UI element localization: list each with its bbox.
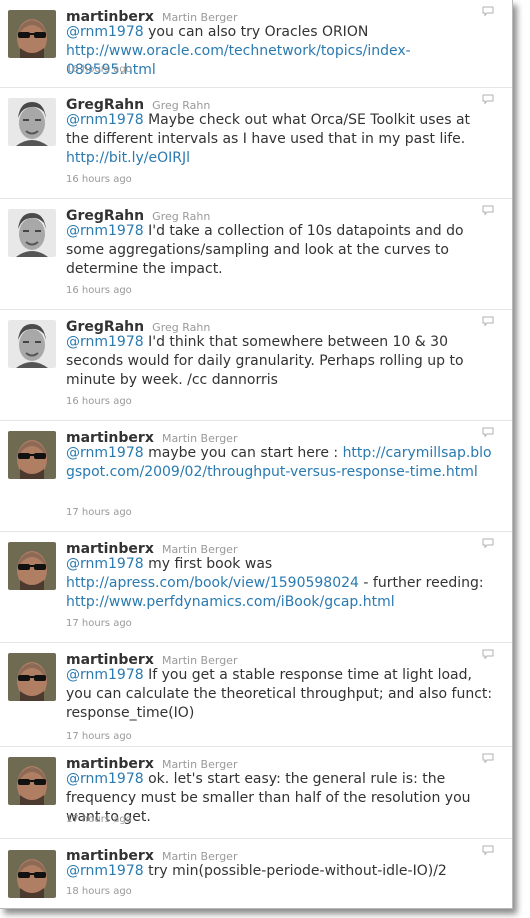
- tweet-text: @rnm1978 my first book was http://apress…: [66, 555, 496, 612]
- url-link[interactable]: http://www.perfdynamics.com/iBook/gcap.h…: [66, 594, 395, 610]
- timestamp[interactable]: 16 hours ago: [66, 174, 132, 185]
- timestamp[interactable]: 17 hours ago: [66, 814, 132, 825]
- timestamp[interactable]: 18 hours ago: [66, 886, 132, 897]
- avatar[interactable]: [8, 850, 56, 898]
- avatar[interactable]: [8, 320, 56, 368]
- avatar[interactable]: [8, 757, 56, 805]
- timestamp[interactable]: 17 hours ago: [66, 731, 132, 742]
- timestamp[interactable]: 16 hours ago: [66, 285, 132, 296]
- avatar[interactable]: [8, 209, 56, 257]
- tweet: martinberx Martin Berger @rnm1978 you ca…: [0, 0, 512, 88]
- mention-link[interactable]: @rnm1978: [66, 112, 144, 128]
- speech-bubble-icon[interactable]: [482, 753, 494, 763]
- speech-bubble-icon[interactable]: [482, 6, 494, 16]
- tweet: GregRahn Greg Rahn @rnm1978 I'd take a c…: [0, 199, 512, 310]
- mention-link[interactable]: @rnm1978: [66, 445, 144, 461]
- tweet: martinberx Martin Berger @rnm1978 my fir…: [0, 532, 512, 643]
- tweet: martinberx Martin Berger @rnm1978 maybe …: [0, 421, 512, 532]
- url-link[interactable]: http://apress.com/book/view/1590598024: [66, 575, 359, 591]
- timestamp[interactable]: 17 hours ago: [66, 618, 132, 629]
- tweet: martinberx Martin Berger @rnm1978 ok. le…: [0, 747, 512, 839]
- tweet-text: @rnm1978 maybe you can start here : http…: [66, 444, 496, 482]
- tweet-text: @rnm1978 try min(possible-periode-withou…: [66, 862, 496, 881]
- avatar[interactable]: [8, 431, 56, 479]
- tweet-text: @rnm1978 I'd take a collection of 10s da…: [66, 222, 496, 279]
- timestamp[interactable]: 16 hours ago: [66, 396, 132, 407]
- tweet: martinberx Martin Berger @rnm1978 try mi…: [0, 839, 512, 908]
- avatar[interactable]: [8, 653, 56, 701]
- tweet: GregRahn Greg Rahn @rnm1978 Maybe check …: [0, 88, 512, 199]
- mention-link[interactable]: @rnm1978: [66, 223, 144, 239]
- tweet-text: @rnm1978 Maybe check out what Orca/SE To…: [66, 111, 496, 168]
- speech-bubble-icon[interactable]: [482, 649, 494, 659]
- speech-bubble-icon[interactable]: [482, 538, 494, 548]
- tweet: GregRahn Greg Rahn @rnm1978 I'd think th…: [0, 310, 512, 421]
- tweet-text-segment: try min(possible-periode-without-idle-IO…: [143, 863, 447, 879]
- speech-bubble-icon[interactable]: [482, 845, 494, 855]
- mention-link[interactable]: @rnm1978: [66, 24, 144, 40]
- tweet-timeline: martinberx Martin Berger @rnm1978 you ca…: [0, 0, 513, 909]
- speech-bubble-icon[interactable]: [482, 427, 494, 437]
- speech-bubble-icon[interactable]: [482, 316, 494, 326]
- tweet-text-segment: - further reeding:: [358, 575, 484, 591]
- mention-link[interactable]: @rnm1978: [66, 667, 144, 683]
- speech-bubble-icon[interactable]: [482, 94, 494, 104]
- avatar[interactable]: [8, 10, 56, 58]
- speech-bubble-icon[interactable]: [482, 205, 494, 215]
- tweet-text-segment: you can also try Oracles ORION: [143, 24, 369, 40]
- mention-link[interactable]: @rnm1978: [66, 334, 144, 350]
- timestamp[interactable]: 16 hours ago: [66, 64, 132, 75]
- tweet-text-segment: my first book was: [143, 556, 273, 572]
- mention-link[interactable]: @rnm1978: [66, 771, 144, 787]
- avatar[interactable]: [8, 542, 56, 590]
- tweet-text-segment: maybe you can start here :: [143, 445, 343, 461]
- tweet-text: @rnm1978 I'd think that somewhere betwee…: [66, 333, 496, 390]
- tweet-text: @rnm1978 If you get a stable response ti…: [66, 666, 496, 723]
- url-link[interactable]: http://bit.ly/eOIRJl: [66, 150, 190, 166]
- tweet: martinberx Martin Berger @rnm1978 If you…: [0, 643, 512, 747]
- mention-link[interactable]: @rnm1978: [66, 863, 144, 879]
- timestamp[interactable]: 17 hours ago: [66, 507, 132, 518]
- avatar[interactable]: [8, 98, 56, 146]
- mention-link[interactable]: @rnm1978: [66, 556, 144, 572]
